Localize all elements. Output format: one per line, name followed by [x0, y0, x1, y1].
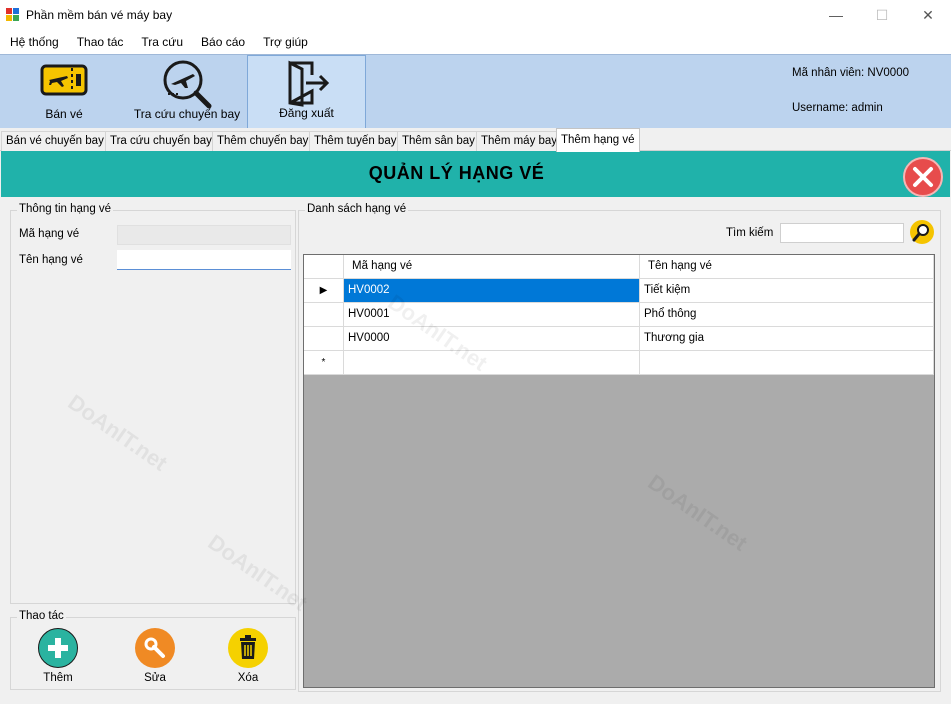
tab-flight-lookup[interactable]: Tra cứu chuyến bay	[105, 131, 217, 151]
trash-icon	[228, 628, 268, 668]
employee-id-label: Mã nhân viên: NV0000	[792, 67, 909, 79]
list-group-legend: Danh sách hạng vé	[305, 203, 409, 215]
tab-add-flight[interactable]: Thêm chuyến bay	[212, 131, 314, 151]
edit-label: Sửa	[144, 672, 166, 684]
logout-door-icon	[282, 59, 332, 110]
add-plus-icon	[38, 628, 78, 668]
close-form-button[interactable]	[903, 157, 943, 197]
name-field[interactable]	[117, 250, 291, 270]
wrench-icon	[135, 628, 175, 668]
new-cell-code[interactable]	[344, 351, 640, 375]
cell-name[interactable]: Thương gia	[640, 327, 934, 351]
tab-add-airport[interactable]: Thêm sân bay	[397, 131, 480, 151]
sell-ticket-button[interactable]: Bán vé	[0, 55, 128, 129]
flight-search-icon	[159, 58, 215, 113]
header-band: QUẢN LÝ HẠNG VÉ	[1, 151, 950, 197]
current-row-marker-icon: ▶	[304, 279, 344, 303]
search-label: Tìm kiếm	[726, 227, 774, 239]
ticket-icon	[37, 58, 91, 103]
tab-add-route[interactable]: Thêm tuyến bay	[309, 131, 402, 151]
username-label: Username: admin	[792, 102, 883, 114]
code-field[interactable]	[117, 225, 291, 245]
add-label: Thêm	[43, 672, 73, 684]
app-icon	[6, 8, 20, 22]
edit-button[interactable]: Sửa	[135, 628, 175, 684]
toolbar: Bán vé Tra cứu chuyến bay Đăng xuất Mã n…	[0, 54, 951, 129]
tab-add-aircraft[interactable]: Thêm máy bay	[476, 131, 563, 151]
menu-reports[interactable]: Báo cáo	[192, 30, 254, 54]
menu-operations[interactable]: Thao tác	[68, 30, 133, 54]
menu-help[interactable]: Trợ giúp	[254, 30, 317, 54]
column-header-code[interactable]: Mã hạng vé	[344, 255, 640, 279]
ticket-class-grid[interactable]: Mã hạng vé Tên hạng vé ▶ HV0002 Tiết kiệ…	[303, 254, 935, 688]
cell-code[interactable]: HV0002	[344, 279, 640, 303]
cell-code[interactable]: HV0001	[344, 303, 640, 327]
close-window-button[interactable]: ✕	[905, 0, 951, 30]
page-title: QUẢN LÝ HẠNG VÉ	[368, 163, 545, 183]
new-cell-name[interactable]	[640, 351, 934, 375]
ticket-class-info-group: Thông tin hạng vé Mã hạng vé Tên hạng vé	[10, 203, 296, 604]
new-row-marker-icon: *	[304, 351, 344, 375]
cell-name[interactable]: Phổ thông	[640, 303, 934, 327]
search-input[interactable]	[780, 223, 904, 243]
cell-name[interactable]: Tiết kiệm	[640, 279, 934, 303]
grid-header-row: Mã hạng vé Tên hạng vé	[304, 255, 934, 279]
flight-lookup-button[interactable]: Tra cứu chuyến bay	[128, 55, 246, 129]
info-group-legend: Thông tin hạng vé	[17, 203, 114, 215]
maximize-button[interactable]: ☐	[859, 0, 905, 30]
sell-ticket-label: Bán vé	[45, 107, 83, 121]
row-header	[304, 303, 344, 327]
cell-code[interactable]: HV0000	[344, 327, 640, 351]
add-button[interactable]: Thêm	[38, 628, 78, 684]
search-icon	[910, 220, 934, 244]
window-title: Phần mềm bán vé máy bay	[26, 8, 173, 22]
code-label: Mã hạng vé	[19, 228, 80, 240]
search-button[interactable]	[909, 219, 935, 245]
name-label: Tên hạng vé	[19, 254, 83, 266]
new-row[interactable]: *	[304, 351, 934, 375]
table-row[interactable]: HV0000 Thương gia	[304, 327, 934, 351]
actions-group-legend: Thao tác	[17, 610, 66, 622]
tab-sell-tickets[interactable]: Bán vé chuyến bay	[1, 131, 109, 151]
actions-group: Thao tác Thêm Sửa Xóa	[10, 610, 296, 690]
menu-lookup[interactable]: Tra cứu	[132, 30, 192, 54]
delete-button[interactable]: Xóa	[228, 628, 268, 684]
logout-button[interactable]: Đăng xuất	[247, 55, 366, 129]
title-bar: Phần mềm bán vé máy bay — ☐ ✕	[0, 0, 951, 30]
close-x-icon	[913, 167, 933, 187]
tab-strip: Bán vé chuyến bay Tra cứu chuyến bay Thê…	[0, 128, 951, 152]
column-header-name[interactable]: Tên hạng vé	[640, 255, 934, 279]
tab-add-ticket-class[interactable]: Thêm hạng vé	[556, 128, 640, 152]
delete-label: Xóa	[237, 672, 259, 684]
row-header	[304, 327, 344, 351]
table-row[interactable]: HV0001 Phổ thông	[304, 303, 934, 327]
menu-bar: Hệ thống Thao tác Tra cứu Báo cáo Trợ gi…	[0, 30, 951, 54]
minimize-button[interactable]: —	[813, 0, 859, 30]
grid-corner	[304, 255, 344, 279]
menu-system[interactable]: Hệ thống	[0, 30, 68, 54]
table-row[interactable]: ▶ HV0002 Tiết kiệm	[304, 279, 934, 303]
